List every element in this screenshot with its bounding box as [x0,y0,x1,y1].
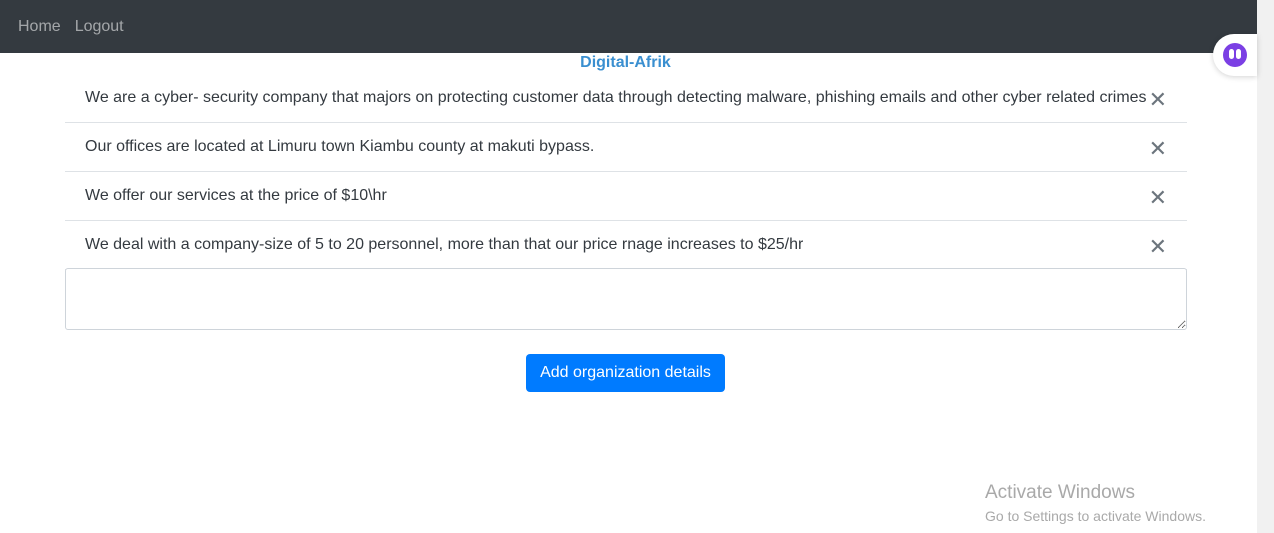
watermark-title: Activate Windows [985,482,1135,503]
list-item: We offer our services at the price of $1… [65,172,1187,221]
detail-text: We are a cyber- security company that ma… [85,89,1147,106]
list-item: Our offices are located at Limuru town K… [65,123,1187,172]
page-scrollbar[interactable] [1257,0,1274,533]
list-item: We deal with a company-size of 5 to 20 p… [65,221,1187,270]
details-list: We are a cyber- security company that ma… [65,74,1187,270]
close-icon[interactable]: ✕ [1149,138,1167,160]
detail-text: We deal with a company-size of 5 to 20 p… [85,236,804,253]
list-item: We are a cyber- security company that ma… [65,74,1187,123]
close-icon[interactable]: ✕ [1149,89,1167,111]
add-organization-details-button[interactable]: Add organization details [526,354,725,392]
details-textarea[interactable] [65,268,1187,330]
nav-logout-link[interactable]: Logout [75,18,124,36]
detail-text: Our offices are located at Limuru town K… [85,138,595,155]
organization-title: Digital-Afrik [580,54,671,71]
close-icon[interactable]: ✕ [1149,236,1167,258]
detail-text: We offer our services at the price of $1… [85,187,387,204]
watermark-subtitle: Go to Settings to activate Windows. [985,508,1206,524]
windows-activation-watermark: Activate Windows Go to Settings to activ… [985,482,1206,524]
close-icon[interactable]: ✕ [1149,187,1167,209]
nav-home-link[interactable]: Home [18,18,61,36]
details-textarea-wrapper [65,268,1187,330]
top-navbar: Home Logout [0,0,1257,53]
